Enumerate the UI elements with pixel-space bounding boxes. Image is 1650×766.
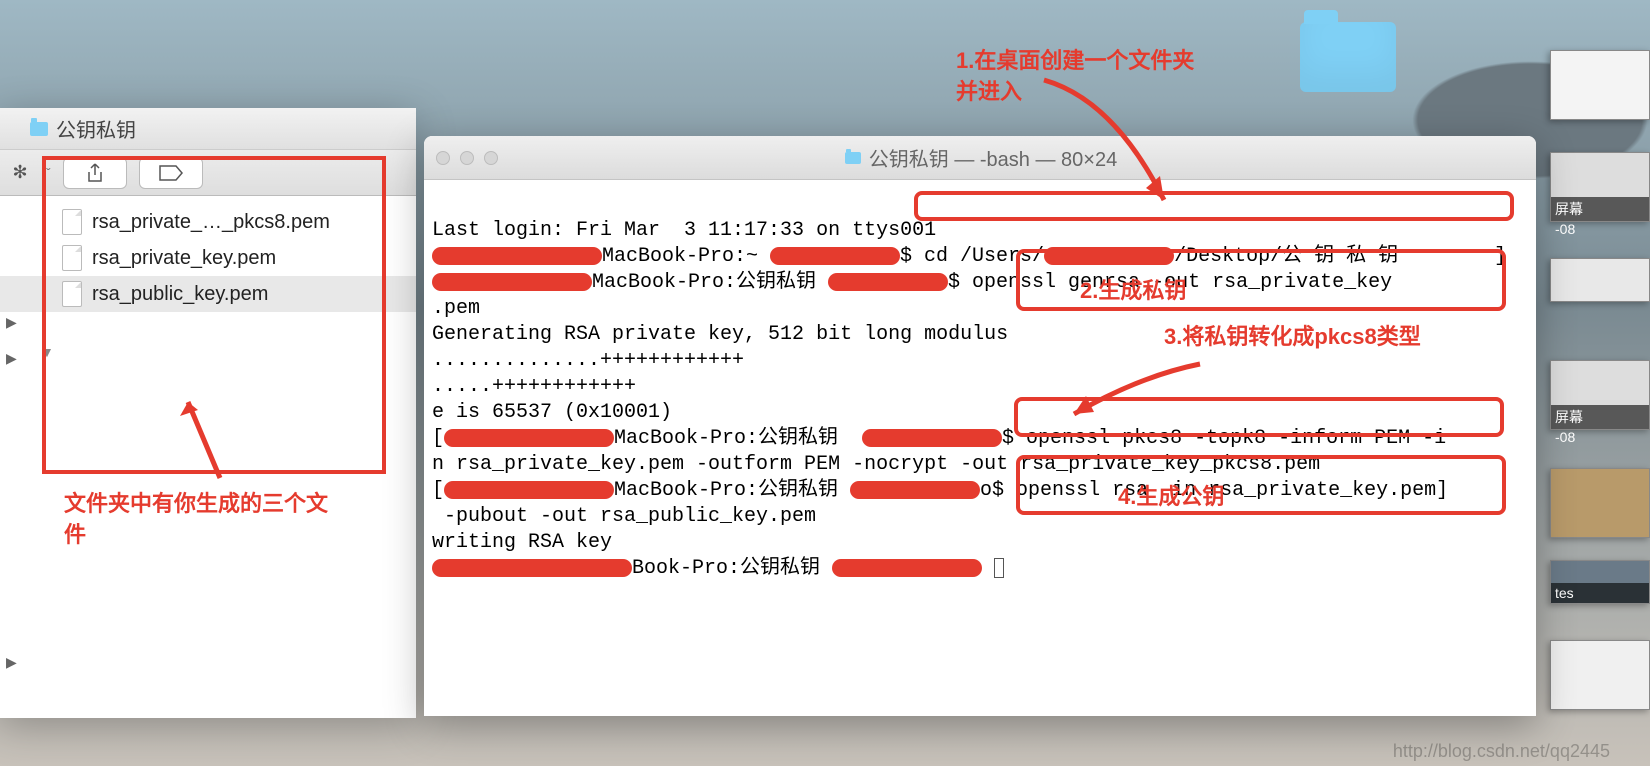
term-line: Generating RSA private key, 512 bit long… [432,323,1008,346]
cursor [994,558,1004,578]
gear-icon[interactable]: ✻ [6,162,34,183]
annotation-text: 4.生成公钥 [1118,482,1224,513]
redaction [432,559,632,577]
minimize-icon[interactable] [460,151,474,165]
thumbnail[interactable] [1550,258,1650,302]
redaction [770,247,900,265]
annotation-box [914,191,1514,221]
finder-titlebar[interactable]: 公钥私钥 [0,108,416,150]
redaction [444,481,614,499]
redaction [828,273,948,291]
term-line: .....++++++++++++ [432,375,636,398]
term-line: [ [432,479,444,502]
annotation-box [42,156,386,474]
term-line: Last login: Fri Mar 3 11:17:33 on ttys00… [432,219,936,242]
terminal-title: 公钥私钥 — -bash — 80×24 [869,143,1117,172]
finder-title: 公钥私钥 [56,114,136,143]
folder-icon [845,152,861,164]
annotation-text: 3.将私钥转化成pkcs8类型 [1164,322,1484,353]
term-line: MacBook-Pro:公钥私钥 [614,427,862,450]
desktop-folder-icon[interactable] [1300,22,1396,92]
term-line: MacBook-Pro:公钥私钥 [614,479,850,502]
close-icon[interactable] [436,151,450,165]
terminal-window: 公钥私钥 — -bash — 80×24 Last login: Fri Mar… [424,136,1536,716]
thumbnail[interactable] [1550,640,1650,710]
term-line: .pem [432,297,480,320]
finder-window: 公钥私钥 ✻ ˇ ▶ ▶ ▼ rsa_private_…_pkcs8.pem r… [0,108,416,718]
redaction [862,429,1002,447]
annotation-text: 2.生成私钥 [1080,276,1186,307]
term-line: -pubout -out rsa_public_key.pem [432,505,816,528]
term-line: [ [432,427,444,450]
redaction [850,481,980,499]
term-line: MacBook-Pro:公钥私钥 [592,271,828,294]
thumbnail[interactable]: 屏幕-08 [1550,152,1650,222]
terminal-titlebar[interactable]: 公钥私钥 — -bash — 80×24 [424,136,1536,180]
thumbnail[interactable]: tes [1550,560,1650,604]
term-line: MacBook-Pro:~ [602,245,770,268]
folder-icon [30,122,48,136]
thumbnail[interactable]: 屏幕-08 [1550,360,1650,430]
annotation-box [1016,455,1506,515]
term-line: ..............++++++++++++ [432,349,744,372]
redaction [444,429,614,447]
thumbnail[interactable] [1550,50,1650,120]
redaction [432,247,602,265]
term-line: Book-Pro:公钥私钥 [632,557,832,580]
thumbnail[interactable] [1550,468,1650,538]
terminal-body[interactable]: Last login: Fri Mar 3 11:17:33 on ttys00… [424,180,1536,594]
zoom-icon[interactable] [484,151,498,165]
traffic-lights[interactable] [436,151,498,165]
watermark: http://blog.csdn.net/qq2445 [1393,741,1610,762]
term-line: e is 65537 (0x10001) [432,401,672,424]
annotation-box [1014,397,1504,437]
term-line: writing RSA key [432,531,612,554]
annotation-text: 1.在桌面创建一个文件夹 并进入 [956,46,1216,108]
redaction [432,273,592,291]
annotation-text: 文件夹中有你生成的三个文件 [64,489,344,551]
redaction [832,559,982,577]
